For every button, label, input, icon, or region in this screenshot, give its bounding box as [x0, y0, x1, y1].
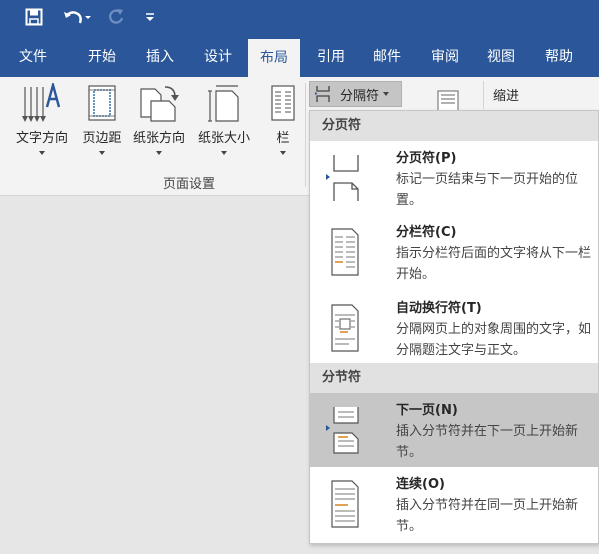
- tab-references[interactable]: 引用: [308, 37, 354, 77]
- tab-mailings[interactable]: 邮件: [364, 37, 410, 77]
- margins-label: 页边距: [82, 131, 122, 146]
- undo-button[interactable]: [58, 4, 96, 30]
- menu-item-description: 插入分节符并在同一页上开始新节。: [396, 498, 579, 534]
- columns-button[interactable]: 栏: [266, 81, 300, 159]
- menu-item-continuous[interactable]: 连续(O) 插入分节符并在同一页上开始新节。: [310, 467, 598, 543]
- chevron-down-icon: [221, 151, 227, 155]
- redo-icon: [109, 9, 124, 24]
- group-divider: [305, 83, 306, 187]
- chevron-down-icon: [280, 151, 286, 155]
- column-break-icon: [331, 228, 359, 276]
- continuous-break-icon: [331, 480, 359, 528]
- section-breaks-header: 分节符: [310, 363, 598, 393]
- menu-item-title: 连续(O): [396, 477, 445, 492]
- save-icon: [25, 8, 43, 26]
- save-button[interactable]: [20, 4, 48, 30]
- text-wrapping-break-icon: [331, 304, 359, 352]
- menu-item-text-wrapping-break[interactable]: 自动换行符(T) 分隔网页上的对象周围的文字，如分隔题注文字与正文。: [310, 291, 598, 363]
- indent-label: 缩进: [493, 89, 520, 104]
- page-setup-group-label: 页面设置: [163, 177, 216, 192]
- columns-label: 栏: [276, 131, 290, 146]
- chevron-down-icon: [383, 92, 390, 96]
- tab-home[interactable]: 开始: [79, 37, 125, 77]
- orientation-button[interactable]: 纸张方向: [128, 81, 190, 159]
- tab-review[interactable]: 审阅: [422, 37, 468, 77]
- menu-item-column-break[interactable]: 分栏符(C) 指示分栏符后面的文字将从下一栏开始。: [310, 215, 598, 291]
- page-break-icon: [326, 155, 359, 201]
- tab-view[interactable]: 视图: [478, 37, 524, 77]
- redo-button[interactable]: [104, 4, 128, 30]
- page-breaks-header: 分页符: [310, 111, 598, 141]
- margins-button[interactable]: 页边距: [77, 81, 127, 159]
- breaks-button[interactable]: 分隔符: [309, 81, 402, 107]
- paper-size-label: 纸张大小: [197, 131, 250, 146]
- ribbon-tabs: 文件 开始 插入 设计 布局 引用 邮件 审阅 视图 帮助: [0, 37, 599, 77]
- columns-icon: [271, 85, 295, 121]
- chevron-down-icon: [99, 151, 105, 155]
- menu-item-title: 下一页(N): [396, 403, 458, 418]
- title-bar: [0, 0, 599, 37]
- next-page-break-icon: [326, 407, 359, 454]
- paper-size-icon: [208, 85, 239, 122]
- tab-layout[interactable]: 布局: [248, 39, 300, 77]
- menu-item-page-break[interactable]: 分页符(P) 标记一页结束与下一页开始的位置。: [310, 141, 598, 215]
- menu-item-next-page[interactable]: 下一页(N) 插入分节符并在下一页上开始新节。: [310, 393, 598, 467]
- menu-item-title: 分栏符(C): [396, 225, 457, 240]
- breaks-dropdown-menu: 分页符 分页符(P) 标记一页结束与下一页开始的位置。 分栏符(C) 指示分栏符…: [309, 110, 599, 544]
- menu-item-description: 插入分节符并在下一页上开始新节。: [396, 424, 579, 460]
- chevron-down-icon: [39, 151, 45, 155]
- menu-item-title: 分页符(P): [396, 151, 457, 166]
- text-direction-icon: [22, 83, 61, 122]
- breaks-label: 分隔符: [340, 88, 380, 104]
- tab-file[interactable]: 文件: [8, 37, 58, 77]
- paper-size-button[interactable]: 纸张大小: [192, 81, 256, 159]
- margins-icon: [88, 85, 116, 121]
- tab-help[interactable]: 帮助: [534, 37, 584, 77]
- text-direction-label: 文字方向: [15, 131, 68, 146]
- menu-item-title: 自动换行符(T): [396, 301, 482, 316]
- undo-icon: [64, 11, 91, 24]
- tab-insert[interactable]: 插入: [137, 37, 183, 77]
- tab-design[interactable]: 设计: [195, 37, 241, 77]
- breaks-icon: [315, 86, 330, 102]
- text-direction-button[interactable]: 文字方向: [8, 81, 76, 159]
- customize-qat-icon: [146, 13, 154, 21]
- chevron-down-icon: [156, 151, 162, 155]
- orientation-icon: [140, 86, 179, 122]
- orientation-label: 纸张方向: [132, 131, 185, 146]
- group-divider: [483, 81, 484, 109]
- customize-qat-button[interactable]: [140, 4, 160, 30]
- menu-item-description: 标记一页结束与下一页开始的位置。: [396, 172, 579, 208]
- hidden-ribbon-icon: [437, 90, 459, 111]
- menu-item-description: 指示分栏符后面的文字将从下一栏开始。: [396, 246, 592, 282]
- menu-item-description: 分隔网页上的对象周围的文字，如分隔题注文字与正文。: [396, 322, 592, 358]
